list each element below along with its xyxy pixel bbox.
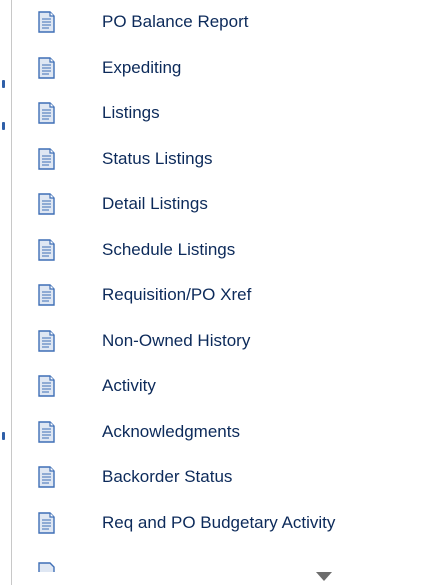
report-menu-item-label: Requisition/PO Xref (102, 285, 252, 304)
document-icon (36, 147, 57, 170)
report-menu-item-label: Listings (102, 103, 160, 122)
report-menu-item[interactable]: Acknowledgments (0, 415, 432, 449)
document-icon (36, 375, 57, 397)
document-icon (36, 466, 57, 488)
chevron-down-icon[interactable] (316, 572, 332, 581)
document-icon (36, 238, 57, 261)
report-menu-item-label: Detail Listings (102, 194, 208, 213)
report-menu-item[interactable]: Expediting (0, 51, 432, 85)
report-menu-item[interactable]: Listings (0, 96, 432, 130)
document-icon (36, 102, 57, 124)
report-menu-item-label: Req and PO Budgetary Activity (102, 512, 336, 532)
document-icon (36, 562, 57, 572)
report-menu-item[interactable]: Requisition/PO Xref (0, 278, 432, 312)
document-icon (36, 284, 57, 306)
report-menu-item-label: Non-Owned History (102, 330, 251, 350)
report-menu-item-label: Backorder Status (102, 467, 233, 486)
report-menu-item[interactable]: Status Listings (0, 142, 432, 176)
report-menu-item-label: Activity (102, 376, 156, 395)
document-icon (36, 420, 57, 443)
report-menu-item[interactable]: Backorder Status (0, 460, 432, 494)
report-menu-item-label: Expediting (102, 57, 182, 77)
report-menu-item-label: Schedule Listings (102, 239, 236, 259)
document-icon (36, 11, 57, 33)
report-menu-item-label: PO Balance Report (102, 12, 249, 31)
report-menu-item[interactable]: Req and PO Budgetary Activity (0, 506, 432, 540)
document-icon (36, 511, 57, 534)
report-menu-item[interactable]: PO Balance Report (0, 5, 432, 39)
document-icon (36, 193, 57, 215)
report-menu-item[interactable]: Non-Owned History (0, 324, 432, 358)
report-menu-item-label: Acknowledgments (102, 421, 240, 441)
report-menu-item[interactable]: Activity (0, 369, 432, 403)
document-icon (36, 56, 57, 79)
reports-panel: PO Balance Report Expediting Listings Statu… (0, 0, 432, 585)
report-menu-item-label: Status Listings (102, 148, 213, 168)
document-icon (36, 329, 57, 352)
report-menu-item[interactable]: Detail Listings (0, 187, 432, 221)
report-menu-item[interactable]: Schedule Listings (0, 233, 432, 267)
